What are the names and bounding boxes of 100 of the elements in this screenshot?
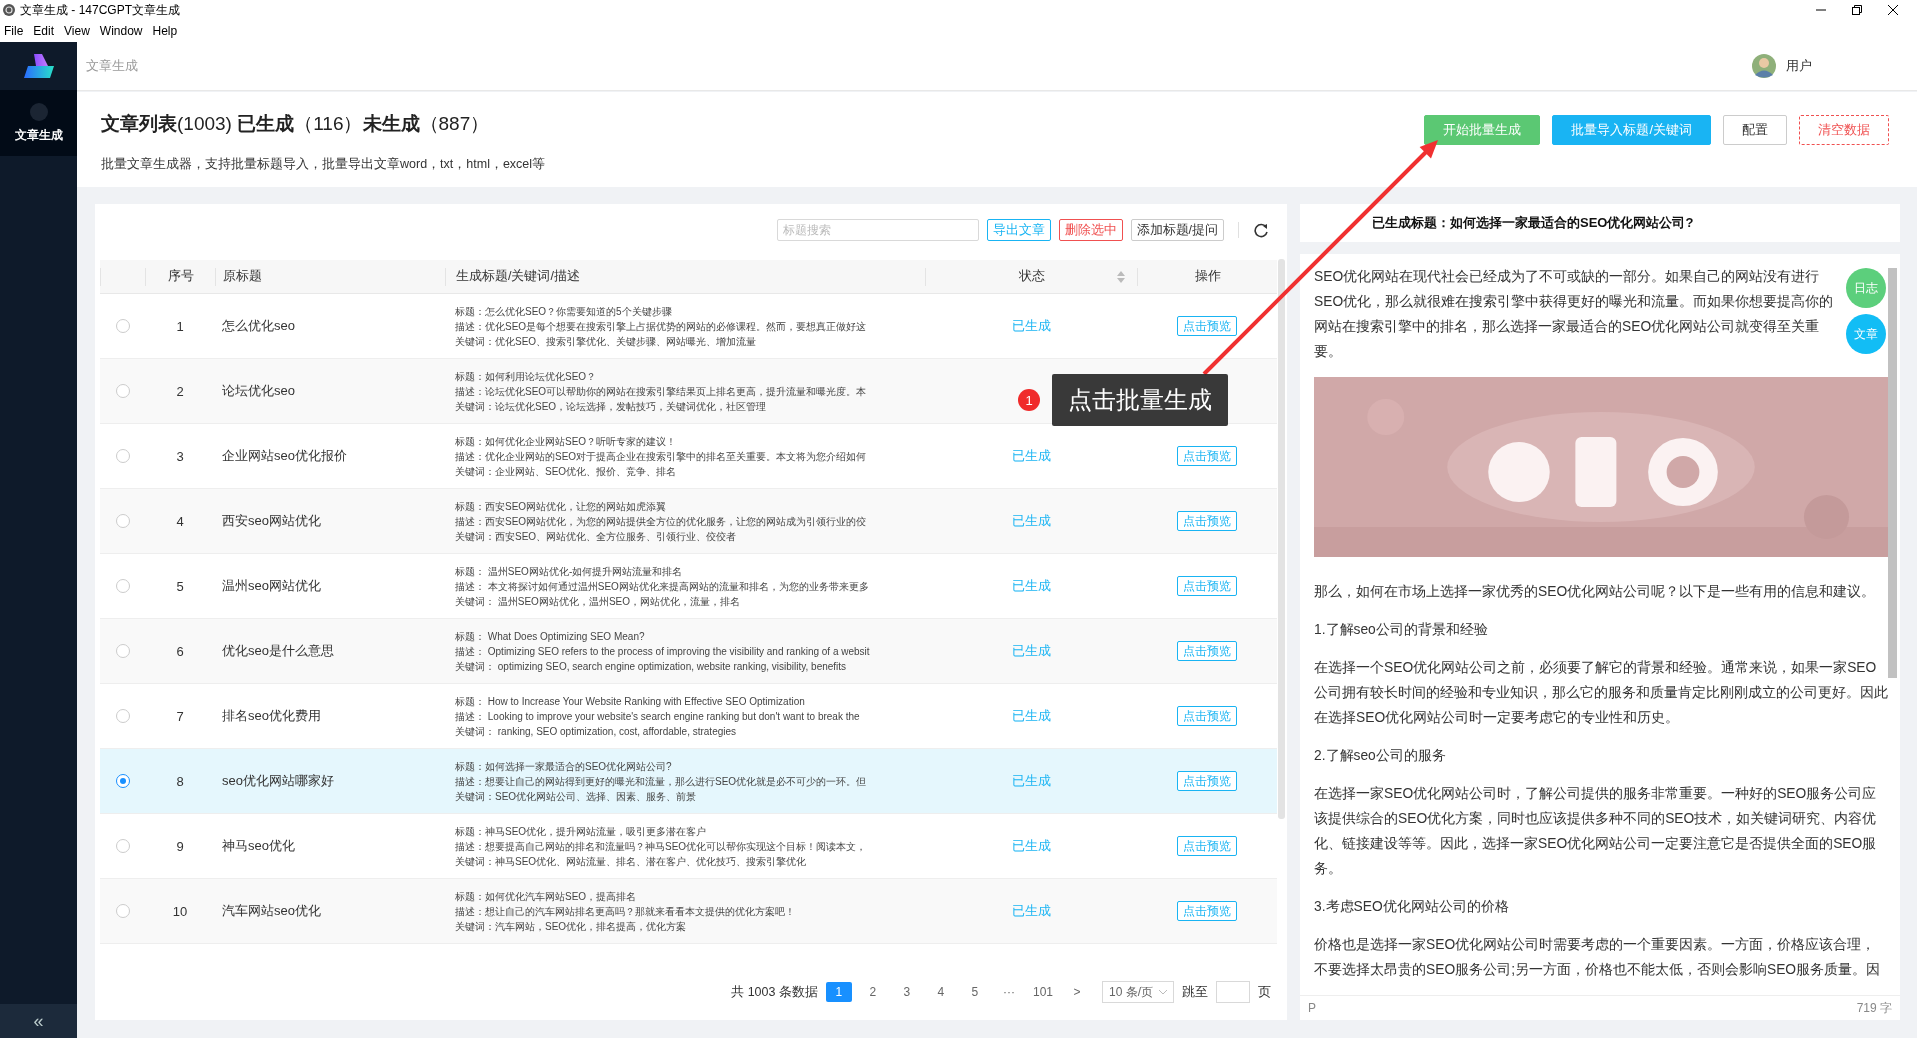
- page-description: 批量文章生成器，支持批量标题导入，批量导出文章word，txt，html，excel等: [101, 156, 547, 173]
- restore-icon[interactable]: [1852, 5, 1862, 15]
- table-cell-text: 论坛优化seo: [221, 382, 296, 400]
- status-text: 已生成: [1010, 707, 1052, 725]
- radio-button[interactable]: [115, 839, 130, 853]
- action-button[interactable]: 配置: [1723, 115, 1787, 145]
- radio-button[interactable]: [115, 709, 130, 723]
- table-cell-text: 神马seo优化: [221, 837, 296, 855]
- menu-item[interactable]: Edit: [29, 24, 61, 38]
- caret-icon: [1159, 989, 1167, 995]
- collapse-button[interactable]: «: [0, 1004, 77, 1038]
- table-cell-text: 描述：优化企业网站的SEO对于提高企业在搜索引擎中的排名至关重要。本文将为您介绍如何: [455, 449, 868, 463]
- table-cell-text: 标题：神马SEO优化，提升网站流量，吸引更多潜在客户: [455, 824, 708, 838]
- table-cell-text: 7: [175, 708, 185, 724]
- word-count: 719 字: [1856, 999, 1892, 1017]
- article-paragraph: 2.了解seo公司的服务: [1314, 747, 1447, 765]
- avatar[interactable]: [1752, 54, 1776, 78]
- table-cell-text: 3: [175, 448, 185, 464]
- table-cell-text: 关键词： optimizing SEO, search engine optimization, website ranking, visibility, benefits: [455, 659, 848, 673]
- page-title: 文章列表(1003) 已生成（116）未生成（887）: [101, 112, 491, 136]
- table-cell-text: 关键词： ranking, SEO optimization, cost, affordable, strategies: [455, 724, 738, 738]
- breadcrumb[interactable]: 文章生成: [86, 57, 138, 75]
- next-page-button[interactable]: >: [1064, 982, 1090, 1002]
- status-text: 已生成: [1010, 317, 1052, 335]
- status-text: 已生成: [1010, 512, 1052, 530]
- radio-button[interactable]: [115, 904, 130, 918]
- scrollbar[interactable]: [1888, 268, 1897, 678]
- app-icon: [2, 3, 16, 17]
- radio-button[interactable]: [115, 514, 130, 528]
- menu-item[interactable]: Window: [95, 24, 149, 38]
- table-cell-text: 描述：西安SEO网站优化，为您的网站提供全方位的优化服务，让您的网站成为引领行业的佼: [455, 514, 868, 528]
- table-cell-text: 标题：如何优化汽车网站SEO，提高排名: [455, 889, 638, 903]
- page-button[interactable]: 3: [893, 982, 920, 1002]
- table-cell-text: 8: [175, 773, 185, 789]
- preview-title: 已生成标题：如何选择一家最适合的SEO优化网站公司?: [1300, 204, 1900, 242]
- table-cell-text: 关键词：优化SEO、搜索引擎优化、关键步骤、网站曝光、增加流量: [455, 334, 758, 348]
- radio-button[interactable]: [115, 579, 130, 593]
- table-cell-text: 企业网站seo优化报价: [221, 447, 348, 465]
- sidebar-item[interactable]: 文章生成: [0, 90, 77, 156]
- page-unit: 页: [1258, 983, 1271, 1001]
- table-cell-text: 标题：如何选择一家最适合的SEO优化网站公司?: [455, 759, 673, 773]
- table-cell-text: 怎么优化seo: [221, 317, 296, 335]
- table-cell-text: seo优化网站哪家好: [221, 772, 335, 790]
- refresh-icon[interactable]: [1253, 222, 1269, 238]
- table-cell-text: 标题：怎么优化SEO？你需要知道的5个关键步骤: [455, 304, 673, 318]
- window-title: 文章生成 - 147CGPT文章生成: [20, 1, 181, 19]
- page-button[interactable]: ···: [995, 982, 1022, 1002]
- page-button[interactable]: 1: [825, 982, 852, 1002]
- table-cell-text: 描述： 本文将探讨如何通过温州SEO网站优化来提高网站的流量和排名，为您的业务带来更多: [455, 579, 870, 593]
- menu-item[interactable]: View: [60, 24, 96, 38]
- page-input[interactable]: [1216, 981, 1250, 1003]
- table-cell-text: 关键词：论坛优化SEO，论坛选择，发帖技巧，关键词优化，社区管理: [455, 399, 768, 413]
- radio-button[interactable]: [115, 384, 130, 398]
- status-text: 已生成: [1010, 772, 1052, 790]
- page-size-select[interactable]: 10 条/页: [1102, 981, 1174, 1003]
- column-header: 状态: [925, 267, 1137, 286]
- clear-button[interactable]: 清空数据: [1799, 115, 1889, 145]
- column-header: 操作: [1137, 267, 1277, 286]
- status-text: 已生成: [1010, 902, 1052, 920]
- scrollbar[interactable]: [1278, 259, 1285, 819]
- toolbar-button[interactable]: 删除选中: [1058, 219, 1123, 241]
- table-cell-text: 西安seo网站优化: [221, 512, 322, 530]
- circle-icon: [29, 102, 48, 121]
- radio-button[interactable]: [115, 644, 130, 658]
- table-cell-text: 4: [175, 513, 185, 529]
- menu-item[interactable]: File: [0, 24, 30, 38]
- sort-icon[interactable]: [1117, 270, 1125, 283]
- table-cell-text: 关键词：西安SEO、网站优化、全方位服务、引领行业、佼佼者: [455, 529, 738, 543]
- table-cell-text: 描述：优化SEO是每个想要在搜索引擎上占据优势的网站的必修课程。然而，要想真正做好这: [455, 319, 868, 333]
- table-cell-text: 汽车网站seo优化: [221, 902, 322, 920]
- article-paragraph: 在选择一个SEO优化网站公司之前，必须要了解它的背景和经验。通常来说，如果一家SEO公司拥有较长时间的经验和专业知识，那么它的服务和质量肯定比刚刚成立的公司更好。因此在选择SEO优化网站公司时一定要考虑它的专业性和历史。: [1314, 659, 1888, 727]
- page-button[interactable]: 5: [961, 982, 988, 1002]
- page-button[interactable]: 4: [927, 982, 954, 1002]
- table-cell-text: 优化seo是什么意思: [221, 642, 335, 660]
- user-name[interactable]: 用户: [1786, 57, 1812, 75]
- element-path: P: [1308, 1001, 1316, 1015]
- radio-button[interactable]: [115, 319, 130, 333]
- column-header: 原标题: [215, 267, 445, 286]
- radio-button[interactable]: [115, 449, 130, 463]
- table-cell-text: 标题：西安SEO网站优化，让您的网站如虎添翼: [455, 499, 668, 513]
- toolbar-button[interactable]: 添加标题/提问: [1130, 219, 1224, 241]
- table-cell-text: 10: [171, 903, 189, 919]
- column-header: 生成标题/关键词/描述: [445, 267, 925, 286]
- page-button[interactable]: 2: [859, 982, 886, 1002]
- radio-button[interactable]: [115, 774, 130, 788]
- close-icon[interactable]: [1888, 5, 1898, 15]
- menu-item[interactable]: Help: [148, 24, 184, 38]
- table-cell-text: 标题： 温州SEO网站优化-如何提升网站流量和排名: [455, 564, 684, 578]
- table-cell-text: 5: [175, 578, 185, 594]
- page-button[interactable]: 101: [1029, 982, 1056, 1002]
- table-cell-text: 描述：想要让自己的网站得到更好的曝光和流量，那么进行SEO优化就是必不可少的一环。但: [455, 774, 868, 788]
- table-cell-text: 描述：想让自己的汽车网站排名更高吗？那就来看看本文提供的优化方案吧！: [455, 904, 796, 918]
- article-paragraph: 价格也是选择一家SEO优化网站公司时需要考虑的一个重要因素。一方面，价格应该合理，不要选择太昂贵的SEO服务公司;另一方面，价格也不能太低，否则会影响SEO服务质量。因: [1314, 936, 1882, 979]
- status-text: 已生成: [1010, 837, 1052, 855]
- table-cell-text: 关键词： 温州SEO网站优化，温州SEO，网站优化，流量，排名: [455, 594, 741, 608]
- table-cell-text: 标题： How to Increase Your Website Ranking with Effective SEO Optimization: [455, 694, 806, 708]
- table-cell-text: 描述：想要提高自己网站的排名和流量吗？神马SEO优化可以帮你实现这个目标！阅读本文，: [455, 839, 868, 853]
- table-cell-text: 2: [175, 383, 185, 399]
- column-header: 序号: [145, 267, 215, 286]
- search-field[interactable]: 标题搜索: [776, 219, 979, 241]
